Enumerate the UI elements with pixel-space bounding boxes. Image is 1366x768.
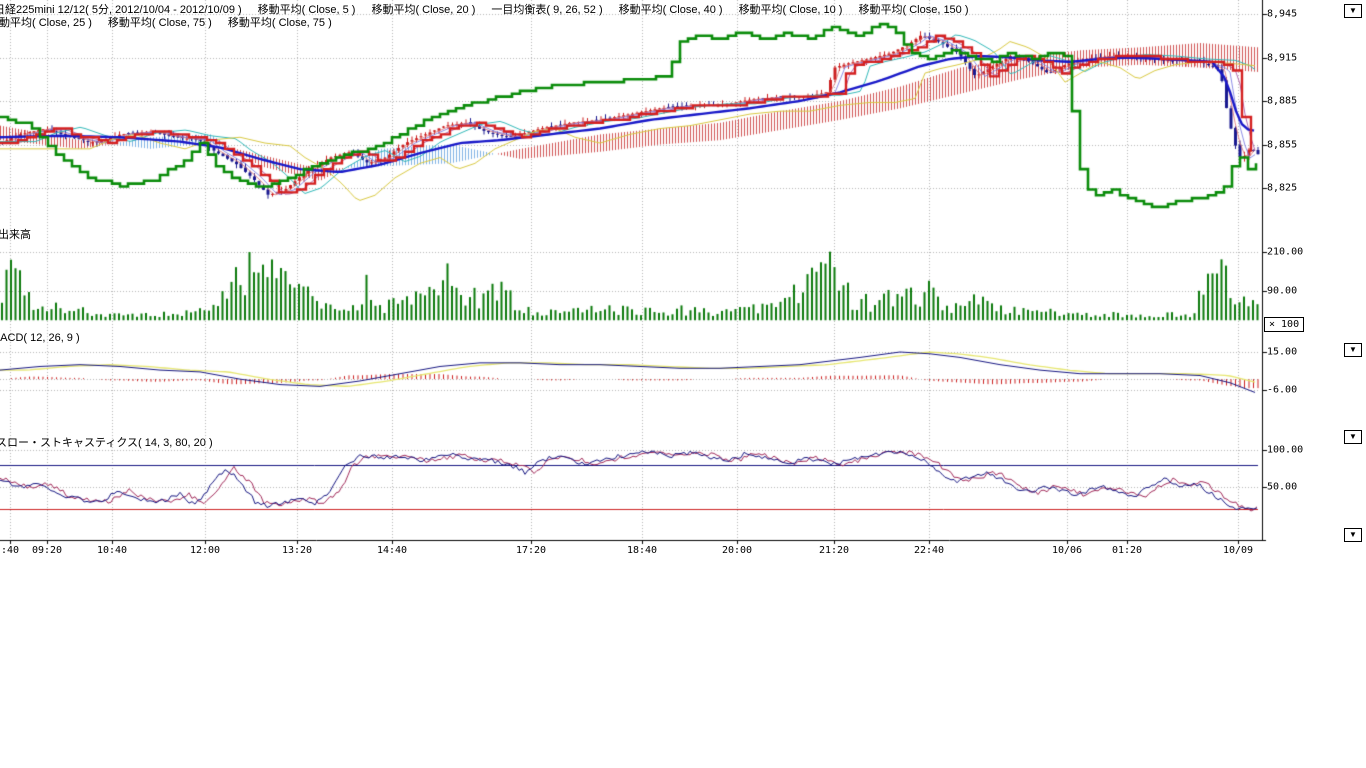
chevron-down-icon: ▼ [1349,346,1357,354]
chart-canvas[interactable] [0,0,1366,560]
chart-window: 日経225mini 12/12( 5分, 2012/10/04 - 2012/1… [0,0,1366,768]
chevron-down-icon: ▼ [1349,531,1357,539]
scroll-down-button[interactable]: ▼ [1344,528,1362,542]
scroll-down-button[interactable]: ▼ [1344,343,1362,357]
scroll-down-button[interactable]: ▼ [1344,4,1362,18]
chevron-down-icon: ▼ [1349,433,1357,441]
volume-unit-badge: × 100 [1264,317,1304,332]
chevron-down-icon: ▼ [1349,7,1357,15]
scroll-down-button[interactable]: ▼ [1344,430,1362,444]
